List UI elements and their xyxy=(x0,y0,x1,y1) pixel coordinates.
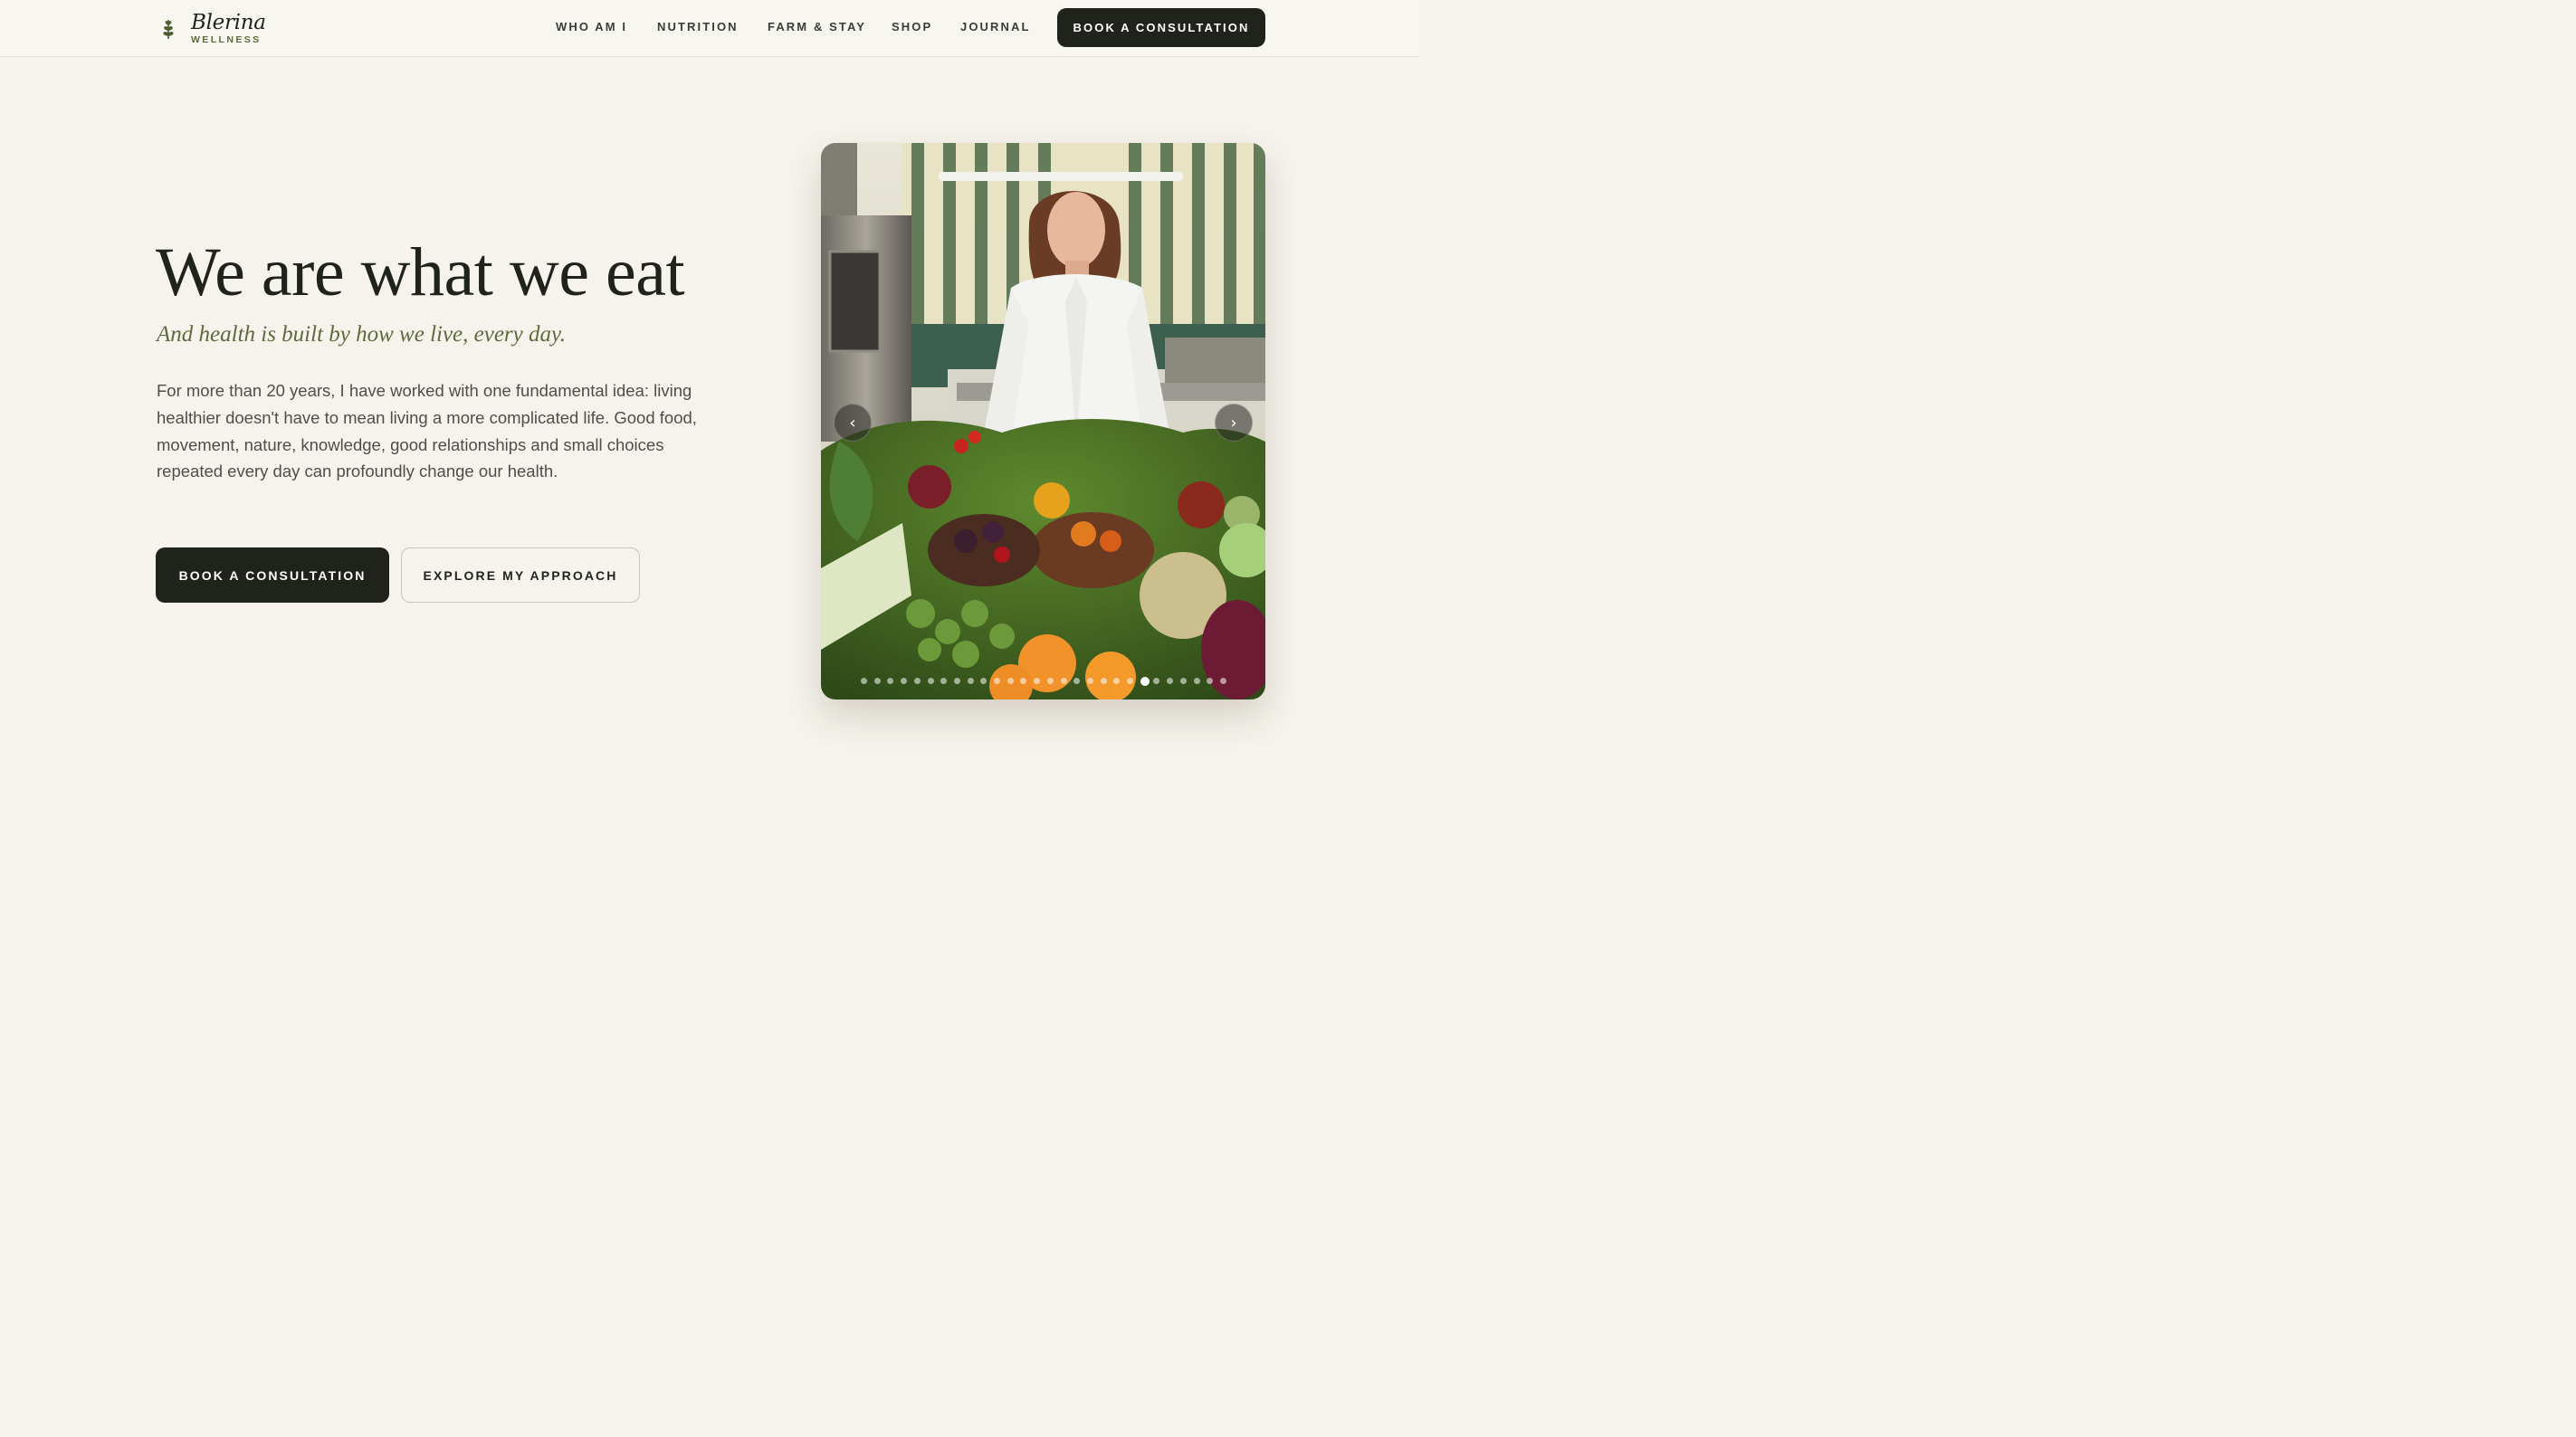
brand-logo[interactable]: Blerina WELLNESS xyxy=(159,7,268,49)
carousel-prev-button[interactable]: ‹ xyxy=(834,404,872,442)
carousel-slide-image xyxy=(821,143,1265,699)
carousel-dot[interactable] xyxy=(1046,678,1054,684)
carousel-dot[interactable] xyxy=(967,678,974,684)
carousel-dot[interactable] xyxy=(1127,678,1133,684)
carousel-dot[interactable] xyxy=(861,678,867,684)
carousel-dot[interactable] xyxy=(953,678,960,684)
carousel-dot[interactable] xyxy=(1086,678,1093,684)
nav-link-shop[interactable]: SHOP xyxy=(892,20,932,33)
carousel-dot[interactable] xyxy=(1020,678,1027,684)
carousel-dot[interactable] xyxy=(1073,678,1081,684)
brand-name: Blerina xyxy=(191,11,266,34)
carousel-pagination xyxy=(861,676,1232,686)
carousel-dot[interactable] xyxy=(980,678,987,684)
carousel-dot[interactable] xyxy=(1193,678,1200,684)
carousel-dot[interactable] xyxy=(927,678,934,684)
nav-link-farm-stay[interactable]: FARM & STAY xyxy=(768,20,866,33)
carousel-dot[interactable] xyxy=(913,678,921,684)
carousel-dot[interactable] xyxy=(887,678,894,684)
carousel-dot[interactable] xyxy=(1167,678,1174,684)
carousel-dot[interactable] xyxy=(1100,678,1107,684)
carousel-dot[interactable] xyxy=(1113,678,1121,684)
carousel-next-button[interactable]: › xyxy=(1215,404,1253,442)
carousel-dot[interactable] xyxy=(901,678,908,684)
carousel-dot-active[interactable] xyxy=(1140,676,1150,686)
carousel-dot[interactable] xyxy=(1034,678,1041,684)
carousel-dot[interactable] xyxy=(873,678,881,684)
explore-approach-button[interactable]: EXPLORE MY APPROACH xyxy=(401,547,640,603)
chevron-left-icon: ‹ xyxy=(849,413,856,433)
carousel-dot[interactable] xyxy=(1219,678,1226,684)
carousel-dot[interactable] xyxy=(1007,678,1014,684)
hero-title: We are what we eat xyxy=(156,234,685,310)
carousel-dot[interactable] xyxy=(1060,678,1067,684)
nav-link-who-am-i[interactable]: WHO AM I xyxy=(556,20,627,33)
hero-body-text: For more than 20 years, I have worked wi… xyxy=(157,381,697,481)
carousel-dot[interactable] xyxy=(1153,678,1160,684)
carousel-dot[interactable] xyxy=(1207,678,1214,684)
hero-subtitle: And health is built by how we live, ever… xyxy=(157,322,566,347)
leaf-icon xyxy=(163,20,174,39)
site-header: Blerina WELLNESS WHO AM I NUTRITION FARM… xyxy=(0,0,1419,57)
nav-link-journal[interactable]: JOURNAL xyxy=(960,20,1031,33)
carousel-dot[interactable] xyxy=(1179,678,1187,684)
nav-link-nutrition[interactable]: NUTRITION xyxy=(657,20,739,33)
chevron-right-icon: › xyxy=(1230,413,1237,433)
hero-image-carousel[interactable]: ‹ › xyxy=(821,143,1265,699)
book-consultation-button[interactable]: BOOK A CONSULTATION xyxy=(156,547,389,603)
brand-tagline: WELLNESS xyxy=(191,34,262,45)
carousel-dot[interactable] xyxy=(994,678,1000,684)
carousel-dot[interactable] xyxy=(940,678,948,684)
header-book-consultation-button[interactable]: BOOK A CONSULTATION xyxy=(1057,8,1265,47)
